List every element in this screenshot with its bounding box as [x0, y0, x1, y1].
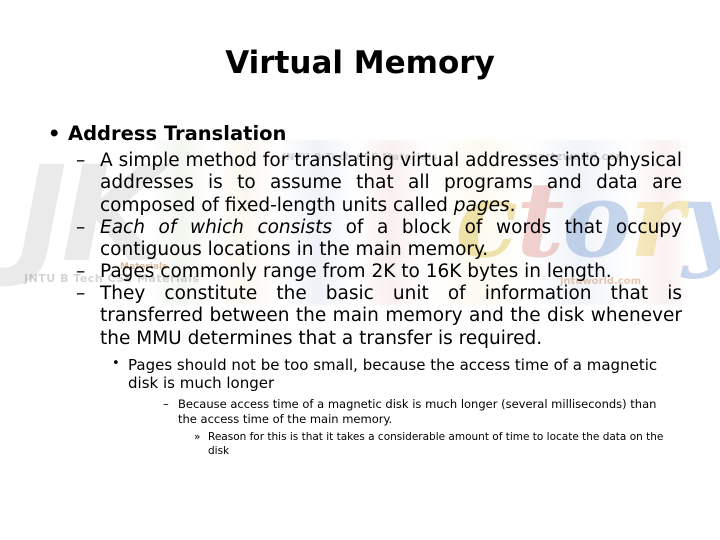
bullet-marker-level2: –	[76, 150, 86, 172]
slide-body: • Address Translation – A simple method fo…	[0, 122, 720, 458]
bullet-level5: » Reason for this is that it takes a cons…	[0, 431, 720, 458]
slide-canvas: JK ctory! JNTU B Tech CSE Materials JNTU…	[0, 0, 720, 540]
bullet-marker-level1: •	[48, 122, 61, 145]
bullet-level2-text: A simple method for translating virtual …	[100, 150, 682, 216]
bullet-marker-level2: –	[76, 261, 86, 283]
bullet-level2: – A simple method for translating virtual…	[0, 150, 720, 217]
bullet-level2-text: They constitute the basic unit of inform…	[100, 283, 682, 349]
bullet-marker-level2: –	[76, 283, 86, 305]
bullet-marker-level2: –	[76, 216, 86, 238]
bullet-level2: – They constitute the basic unit of infor…	[0, 283, 720, 350]
bullet-level5-text: Reason for this is that it takes a consi…	[208, 431, 664, 457]
bullet-level2: – Each of which consists of a block of wo…	[0, 217, 720, 261]
bullet-marker-level4: –	[163, 397, 169, 412]
bullet-level1-text: Address Translation	[68, 122, 287, 145]
bullet-level3: • Pages should not be too small, because …	[0, 356, 720, 393]
bullet-level1: • Address Translation	[0, 122, 720, 146]
bullet-marker-level5: »	[194, 431, 201, 444]
bullet-level2-text: Each of which consists of a block of wor…	[100, 216, 682, 260]
page-title: Virtual Memory	[225, 45, 495, 81]
bullet-level4: – Because access time of a magnetic disk …	[0, 397, 720, 426]
bullet-level2-text: Pages commonly range from 2K to 16K byte…	[100, 261, 612, 283]
bullet-level4-text: Because access time of a magnetic disk i…	[178, 397, 657, 426]
bullet-marker-level3: •	[112, 355, 120, 371]
bullet-level2: – Pages commonly range from 2K to 16K byt…	[0, 261, 720, 283]
bullet-level3-text: Pages should not be too small, because t…	[128, 355, 658, 393]
